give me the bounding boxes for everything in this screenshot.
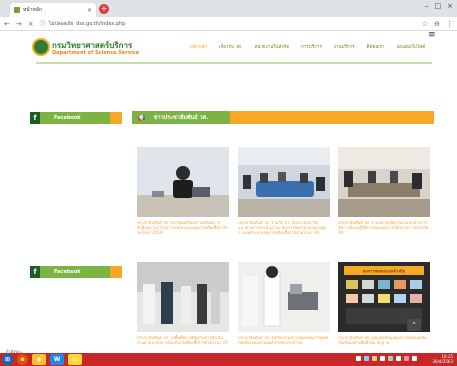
web-page: กรมวิทยาศาสตร์บริการ Department of Scien… bbox=[0, 31, 457, 348]
tray-icon[interactable] bbox=[404, 356, 409, 361]
tray-icon[interactable] bbox=[388, 356, 393, 361]
word-icon[interactable]: W bbox=[50, 354, 64, 365]
new-tab-button[interactable]: + bbox=[99, 4, 109, 14]
profile-icon[interactable]: ⊖ bbox=[434, 20, 440, 28]
maximize-button[interactable]: □ bbox=[435, 2, 442, 10]
back-button[interactable]: ← bbox=[4, 20, 10, 28]
scroll-to-top-button[interactable]: ⌃ bbox=[407, 319, 421, 331]
stop-button[interactable]: × bbox=[28, 20, 34, 28]
news-photo[interactable] bbox=[238, 262, 330, 332]
menu-item-units[interactable]: หน่วยงานในสังกัด bbox=[254, 43, 289, 50]
folder-icon[interactable]: ▭ bbox=[68, 354, 82, 365]
menu-item-work[interactable]: งานบริการ bbox=[334, 43, 355, 50]
news-section-title: ข่าวประชาสัมพันธ์ วศ. bbox=[153, 114, 209, 121]
menu-item-sitemap[interactable]: แผนผังเว็บไซต์ bbox=[397, 43, 426, 50]
url-text[interactable]: dss.go.th/index.php bbox=[76, 21, 125, 27]
address-bar[interactable]: ⓘ ไม่ปลอดภัย dss.go.th/index.php bbox=[40, 19, 416, 29]
news-card[interactable]: ประชาสัมพันธ์ วศ. ประชุมเตรียมความพร้อมก… bbox=[137, 147, 229, 246]
tray-icon[interactable] bbox=[372, 356, 377, 361]
ie-icon[interactable]: e bbox=[17, 354, 28, 365]
news-photo[interactable] bbox=[137, 147, 229, 217]
menu-item-services[interactable]: การบริการ bbox=[301, 43, 322, 50]
facebook-section-header-2: f Facebook bbox=[30, 266, 122, 278]
news-card[interactable]: ผลการทดสอบเจลล้างมือ ประชาสัมพันธ์ วศ. เ… bbox=[338, 262, 430, 348]
minimize-button[interactable]: – bbox=[425, 2, 429, 10]
facebook-icon[interactable]: f bbox=[30, 266, 40, 278]
hamburger-menu-icon[interactable]: ≡ bbox=[428, 31, 436, 40]
header-divider bbox=[36, 62, 432, 64]
windows-taskbar: ⊞ e ◉ W ▭ 10:25 30/4/2563 bbox=[0, 353, 457, 366]
news-card[interactable]: ประชาสัมพันธ์ วศ. ร่วมประชุมพิจารณาแนวทา… bbox=[338, 147, 430, 246]
browser-tab[interactable]: หน้าหลัก × bbox=[10, 3, 96, 17]
browser-titlebar: หน้าหลัก × + – □ × bbox=[0, 0, 457, 17]
dss-logo[interactable] bbox=[32, 38, 50, 56]
bookmark-star-icon[interactable]: ☆ bbox=[422, 20, 428, 28]
news-caption[interactable]: ประชาสัมพันธ์ วศ. ลงพื้นที่ตรวจติดตามการ… bbox=[137, 335, 229, 348]
site-info-label: ไม่ปลอดภัย bbox=[48, 20, 74, 27]
tray-icon[interactable] bbox=[380, 356, 385, 361]
facebook-label[interactable]: Facebook bbox=[54, 269, 81, 275]
facebook-section-header: f Facebook bbox=[30, 112, 122, 124]
card-banner-title: ผลการทดสอบเจลล้างมือ bbox=[363, 269, 406, 274]
news-caption[interactable]: ประชาสัมพันธ์ วศ. เผยแพร่ข้อมูลผลการทดสอ… bbox=[338, 335, 430, 348]
close-window-button[interactable]: × bbox=[447, 2, 453, 10]
forward-button[interactable]: → bbox=[16, 20, 22, 28]
system-tray bbox=[356, 356, 417, 361]
news-caption[interactable]: ประชาสัมพันธ์ วศ. ประชุมเตรียมความพร้อมก… bbox=[137, 220, 229, 246]
site-name-english[interactable]: Department of Science Service bbox=[52, 50, 139, 56]
tray-icon[interactable] bbox=[396, 356, 401, 361]
news-section-header: 📢 ข่าวประชาสัมพันธ์ วศ. bbox=[132, 111, 434, 124]
tab-title: หน้าหลัก bbox=[23, 7, 42, 13]
clock-date: 30/4/2563 bbox=[432, 359, 453, 364]
taskbar-clock[interactable]: 10:25 30/4/2563 bbox=[432, 354, 453, 364]
news-card[interactable]: ประชาสัมพันธ์ วศ. ร่วมกับ อว. จัดประชุมห… bbox=[238, 147, 330, 246]
site-header: กรมวิทยาศาสตร์บริการ Department of Scien… bbox=[0, 31, 457, 65]
browser-window: หน้าหลัก × + – □ × ← → × ⓘ ไม่ปลอดภัย ds… bbox=[0, 0, 457, 366]
news-caption[interactable]: ประชาสัมพันธ์ วศ. ร่วมประชุมพิจารณาแนวทา… bbox=[338, 220, 430, 246]
tab-close-icon[interactable]: × bbox=[87, 7, 92, 14]
browser-menu-icon[interactable]: ⋮ bbox=[446, 20, 453, 28]
menu-item-contact[interactable]: ติดต่อเรา bbox=[367, 43, 385, 50]
megaphone-icon: 📢 bbox=[137, 113, 146, 122]
browser-toolbar: ← → × ⓘ ไม่ปลอดภัย dss.go.th/index.php ☆… bbox=[0, 17, 457, 31]
facebook-label[interactable]: Facebook bbox=[54, 115, 81, 121]
info-icon[interactable]: ⓘ bbox=[40, 19, 46, 28]
menu-item-about[interactable]: เกี่ยวกับ วศ. bbox=[219, 43, 242, 50]
news-photo[interactable] bbox=[137, 262, 229, 332]
news-photo[interactable] bbox=[338, 147, 430, 217]
news-photo[interactable] bbox=[238, 147, 330, 217]
tray-icon[interactable] bbox=[412, 356, 417, 361]
tray-icon[interactable] bbox=[356, 356, 361, 361]
window-controls: – □ × bbox=[425, 2, 453, 10]
tray-icon[interactable] bbox=[364, 356, 369, 361]
main-menu: หน้าหลัก เกี่ยวกับ วศ. หน่วยงานในสังกัด … bbox=[190, 43, 425, 50]
news-caption[interactable]: ประชาสัมพันธ์ วศ. จัดกิจกรรมตรวจสอบคุณภา… bbox=[238, 335, 330, 348]
news-card[interactable]: ประชาสัมพันธ์ วศ. ลงพื้นที่ตรวจติดตามการ… bbox=[137, 262, 229, 348]
news-card[interactable]: ประชาสัมพันธ์ วศ. จัดกิจกรรมตรวจสอบคุณภา… bbox=[238, 262, 330, 348]
chrome-icon[interactable]: ◉ bbox=[32, 354, 46, 365]
facebook-icon[interactable]: f bbox=[30, 112, 40, 124]
menu-item-home[interactable]: หน้าหลัก bbox=[190, 43, 207, 50]
news-caption[interactable]: ประชาสัมพันธ์ วศ. ร่วมกับ อว. จัดประชุมห… bbox=[238, 220, 330, 246]
start-button[interactable]: ⊞ bbox=[2, 354, 13, 365]
site-favicon-icon bbox=[14, 7, 20, 13]
